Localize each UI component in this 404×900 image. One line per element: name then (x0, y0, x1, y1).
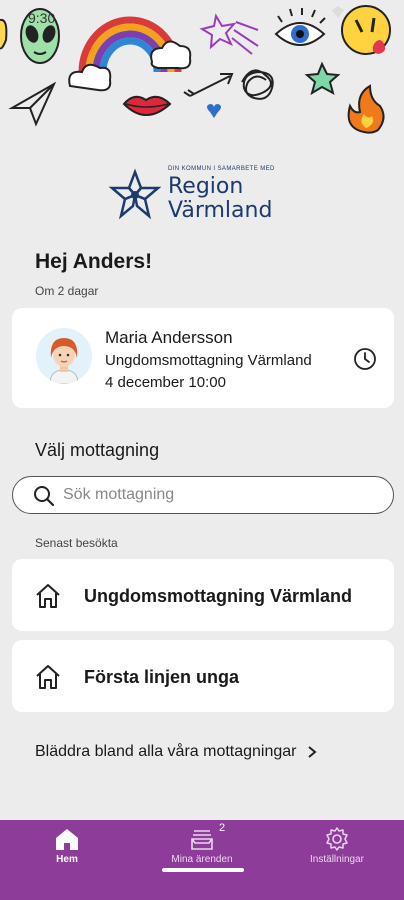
status-time: 9:30 (28, 10, 56, 26)
appointment-staff-name: Maria Andersson (105, 328, 233, 347)
nav-item-my-cases[interactable]: 2 Mina ärenden (135, 820, 269, 890)
nav-label-my-cases: Mina ärenden (171, 854, 233, 865)
star-icon (304, 61, 341, 96)
nav-label-settings: Inställningar (310, 854, 364, 865)
search-input[interactable] (63, 477, 373, 512)
arrow-icon (183, 73, 234, 97)
eye-icon (274, 8, 326, 46)
inbox-tray-icon (191, 830, 213, 850)
cases-badge: 2 (219, 822, 226, 834)
logo-region-text: Region (168, 174, 244, 199)
scribble-icon (241, 69, 274, 100)
emoji-face-icon (341, 5, 391, 55)
recent-clinic-item[interactable]: Ungdomsmottagning Värmland (12, 559, 394, 631)
logo-tagline: DIN KOMMUN I SAMARBETE MED (168, 166, 275, 172)
bottom-navigation: Hem 2 Mina ärenden Inställningar (0, 820, 404, 900)
region-varmland-logo: DIN KOMMUN I SAMARBETE MED Region Värmla… (108, 162, 298, 226)
avatar (36, 328, 92, 384)
home-icon (36, 584, 60, 608)
recent-clinic-label: Första linjen unga (84, 667, 240, 687)
appointment-clinic: Ungdomsmottagning Värmland (105, 352, 312, 369)
logo-varmland-text: Värmland (168, 198, 273, 223)
choose-clinic-title: Välj mottagning (35, 440, 160, 460)
home-indicator (162, 868, 244, 872)
home-icon (36, 665, 60, 689)
search-box[interactable] (12, 476, 394, 514)
search-icon (34, 486, 55, 507)
browse-label: Bläddra bland alla våra mottagningar (35, 743, 297, 760)
recent-clinic-item[interactable]: Första linjen unga (12, 640, 394, 712)
nav-item-home[interactable]: Hem (0, 820, 134, 890)
doodle-illustration (0, 5, 391, 134)
nav-item-settings[interactable]: Inställningar (270, 820, 404, 890)
home-icon (56, 829, 78, 850)
recent-clinic-label: Ungdomsmottagning Värmland (84, 586, 353, 606)
nav-label-home: Hem (56, 854, 78, 865)
greeting-title: Hej Anders! (35, 250, 153, 273)
appointment-countdown: Om 2 dagar (35, 284, 99, 298)
recent-label: Senast besökta (35, 536, 118, 550)
browse-all-clinics-link[interactable]: Bläddra bland alla våra mottagningar (35, 743, 319, 761)
paper-plane-icon (8, 81, 57, 127)
chevron-right-icon (307, 746, 317, 758)
gear-icon (326, 827, 348, 851)
flower-logo-icon (108, 168, 162, 220)
fire-icon (347, 84, 385, 134)
lips-icon (122, 95, 172, 116)
clock-icon (354, 348, 376, 370)
appointment-card[interactable]: Maria Andersson Ungdomsmottagning Värmla… (12, 308, 394, 408)
appointment-datetime: 4 december 10:00 (105, 374, 226, 391)
shooting-star-icon (199, 13, 259, 55)
